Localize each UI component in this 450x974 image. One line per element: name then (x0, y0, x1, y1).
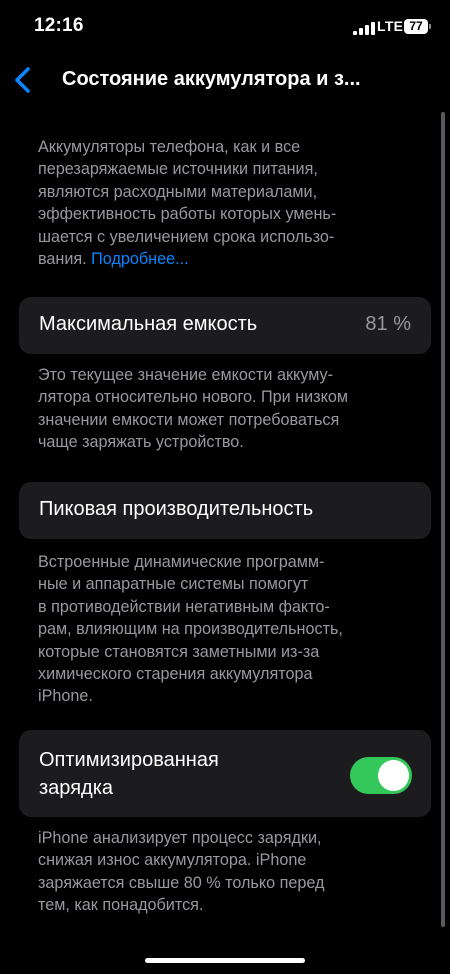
home-indicator[interactable] (145, 958, 305, 963)
scrollbar[interactable] (441, 112, 445, 927)
max-capacity-cell: Максимальная емкость 81 % (19, 297, 431, 354)
toggle-knob (378, 760, 409, 791)
cellular-signal-icon (353, 21, 375, 35)
intro-line: являются расходными материалами, (38, 182, 318, 201)
optimized-charging-label: Оптимизированная зарядка (39, 746, 219, 802)
battery-icon: 77 (404, 19, 428, 34)
description-line: заряжается свыше 80 % только перед (38, 873, 325, 892)
peak-performance-label: Пиковая производительность (39, 498, 314, 520)
description-line: чаще заряжать устройство. (38, 433, 244, 452)
intro-line: Аккумуляторы телефона, как и все (38, 138, 301, 156)
status-time: 12:16 (34, 15, 84, 36)
intro-line: эффективность работы которых умень- (38, 205, 337, 224)
optimized-charging-description: iPhone анализирует процесс зарядки, сниж… (38, 827, 423, 917)
intro-last-line: вания. Подробнее... (38, 248, 423, 270)
description-line: рам, влияющим на производительность, (38, 620, 343, 639)
optimized-charging-label-line: зарядка (39, 777, 114, 799)
back-button[interactable] (8, 62, 44, 98)
battery-level: 77 (409, 19, 423, 33)
description-line: Встроенные динамические программ- (38, 553, 325, 571)
status-bar: 12:16 LTE 77 (0, 0, 450, 54)
battery-cap (429, 24, 431, 29)
max-capacity-value: 81 % (365, 313, 411, 335)
description-line: снижая износ аккумулятора. iPhone (38, 851, 307, 870)
max-capacity-label: Максимальная емкость (39, 313, 258, 335)
description-line: iPhone. (38, 687, 93, 706)
description-line: тем, как понадобится. (38, 896, 204, 915)
page-title: Состояние аккумулятора и з... (62, 68, 361, 90)
learn-more-link[interactable]: Подробнее... (91, 250, 188, 268)
intro-line: перезаряжаемые источники питания, (38, 160, 318, 179)
description-line: значении емкости может потребоваться (38, 410, 340, 429)
description-line: химического старения аккумулятора (38, 665, 313, 684)
navigation-bar: Состояние аккумулятора и з... (0, 54, 450, 106)
intro-line: вания. (38, 250, 87, 269)
description-line: лятора относительно нового. При низком (38, 388, 348, 407)
peak-performance-description: Встроенные динамические программ- ные и … (38, 551, 423, 708)
optimized-charging-cell: Оптимизированная зарядка (19, 730, 431, 817)
chevron-left-icon (15, 67, 30, 93)
intro-line: шается с увеличением срока использо- (38, 227, 335, 246)
network-type: LTE (377, 18, 404, 34)
max-capacity-description: Это текущее значение емкости аккуму- лят… (38, 364, 423, 454)
description-line: iPhone анализирует процесс зарядки, (38, 829, 322, 847)
intro-text: Аккумуляторы телефона, как и все перезар… (38, 136, 423, 270)
description-line: которые становятся заметными из-за (38, 642, 320, 661)
peak-performance-cell: Пиковая производительность (19, 482, 431, 539)
optimized-charging-label-line: Оптимизированная (39, 749, 219, 771)
description-line: в противодействии негативным факто- (38, 597, 330, 616)
description-line: ные и аппаратные системы помогут (38, 575, 309, 594)
optimized-charging-toggle[interactable] (350, 757, 412, 794)
description-line: Это текущее значение емкости аккуму- (38, 366, 334, 384)
